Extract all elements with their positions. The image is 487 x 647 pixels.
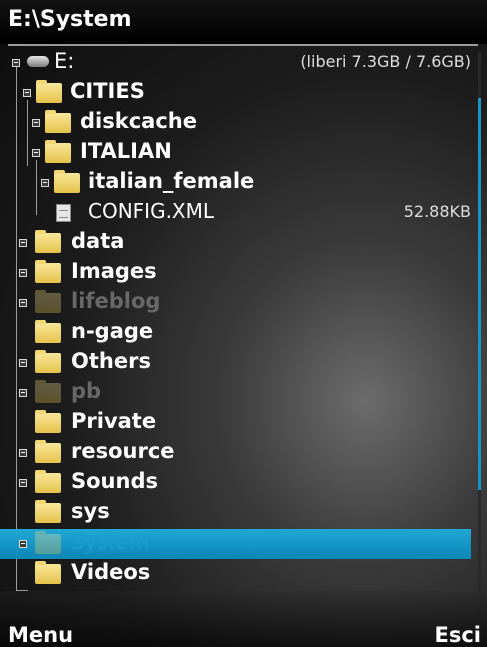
expand-toggle[interactable] — [19, 269, 27, 277]
folder-icon — [35, 380, 61, 403]
folder-icon — [36, 80, 62, 103]
expand-toggle[interactable] — [19, 359, 27, 367]
item-label: data — [71, 229, 125, 253]
item-label: diskcache — [80, 109, 197, 133]
expand-toggle[interactable] — [32, 119, 40, 127]
collapse-toggle[interactable] — [12, 59, 20, 67]
expand-toggle[interactable] — [19, 540, 27, 548]
file-size: 52.88KB — [403, 202, 471, 221]
tree-item-sounds[interactable]: Sounds — [0, 468, 471, 498]
tree-item-private[interactable]: Private — [0, 408, 471, 438]
tree-item-sys[interactable]: sys — [0, 498, 471, 528]
tree-item-images[interactable]: Images — [0, 258, 471, 288]
expand-toggle[interactable] — [19, 449, 27, 457]
tree-item-cities[interactable]: CITIES — [0, 78, 471, 108]
collapse-toggle[interactable] — [32, 149, 40, 157]
folder-icon — [45, 140, 71, 163]
collapse-toggle[interactable] — [23, 89, 31, 97]
item-label: CONFIG.XML — [88, 199, 215, 223]
tree-item-n-gage[interactable]: n-gage — [0, 318, 471, 348]
file-icon — [56, 204, 71, 222]
drive-label: E: — [54, 49, 75, 73]
tree-item-config-xml[interactable]: CONFIG.XML 52.88KB — [0, 198, 471, 228]
expand-toggle[interactable] — [19, 239, 27, 247]
right-softkey-exit[interactable]: Esci — [435, 623, 482, 647]
folder-icon — [45, 110, 71, 133]
folder-icon — [54, 170, 80, 193]
folder-icon — [35, 531, 61, 554]
folder-icon — [35, 260, 61, 283]
folder-icon — [35, 410, 61, 433]
tree-item-italian-female[interactable]: italian_female — [0, 168, 471, 198]
tree-item-others[interactable]: Others — [0, 348, 471, 378]
expand-toggle[interactable] — [19, 389, 27, 397]
item-label: Videos — [71, 560, 151, 584]
folder-icon — [35, 470, 61, 493]
item-label: sys — [71, 499, 110, 523]
tree-item-videos[interactable]: Videos — [0, 559, 471, 589]
tree-item-diskcache[interactable]: diskcache — [0, 108, 471, 138]
item-label: CITIES — [70, 79, 145, 103]
expand-toggle[interactable] — [19, 479, 27, 487]
scrollbar-thumb[interactable] — [478, 98, 481, 490]
item-label: System — [71, 530, 150, 554]
folder-icon — [35, 290, 61, 313]
tree-item-system[interactable]: System — [0, 529, 471, 559]
item-label: resource — [71, 439, 175, 463]
item-label: Images — [71, 259, 157, 283]
folder-icon — [35, 500, 61, 523]
expand-toggle[interactable] — [19, 299, 27, 307]
tree-item-pb[interactable]: pb — [0, 378, 471, 408]
tree-item-lifeblog[interactable]: lifeblog — [0, 288, 471, 318]
folder-icon — [35, 350, 61, 373]
memory-card-icon — [27, 56, 49, 67]
left-softkey-menu[interactable]: Menu — [8, 623, 73, 647]
drive-free-space: (liberi 7.3GB / 7.6GB) — [300, 52, 471, 71]
expand-toggle[interactable] — [41, 179, 49, 187]
title-divider — [8, 44, 478, 46]
item-label: pb — [71, 379, 102, 403]
tree-item-data[interactable]: data — [0, 228, 471, 258]
current-path-title: E:\System — [8, 7, 132, 32]
item-label: Others — [71, 349, 151, 373]
item-label: Private — [71, 409, 157, 433]
folder-icon — [35, 320, 61, 343]
tree-item-italian[interactable]: ITALIAN — [0, 138, 471, 168]
drive-row[interactable]: E: (liberi 7.3GB / 7.6GB) — [0, 48, 471, 78]
title-bar: E:\System — [0, 0, 487, 44]
softkey-bar — [0, 591, 487, 647]
item-label: Sounds — [71, 469, 158, 493]
item-label: italian_female — [88, 169, 255, 193]
item-label: lifeblog — [71, 289, 161, 313]
tree-item-resource[interactable]: resource — [0, 438, 471, 468]
folder-icon — [35, 440, 61, 463]
folder-icon — [35, 230, 61, 253]
item-label: ITALIAN — [80, 139, 172, 163]
item-label: n-gage — [71, 319, 154, 343]
folder-icon — [35, 561, 61, 584]
